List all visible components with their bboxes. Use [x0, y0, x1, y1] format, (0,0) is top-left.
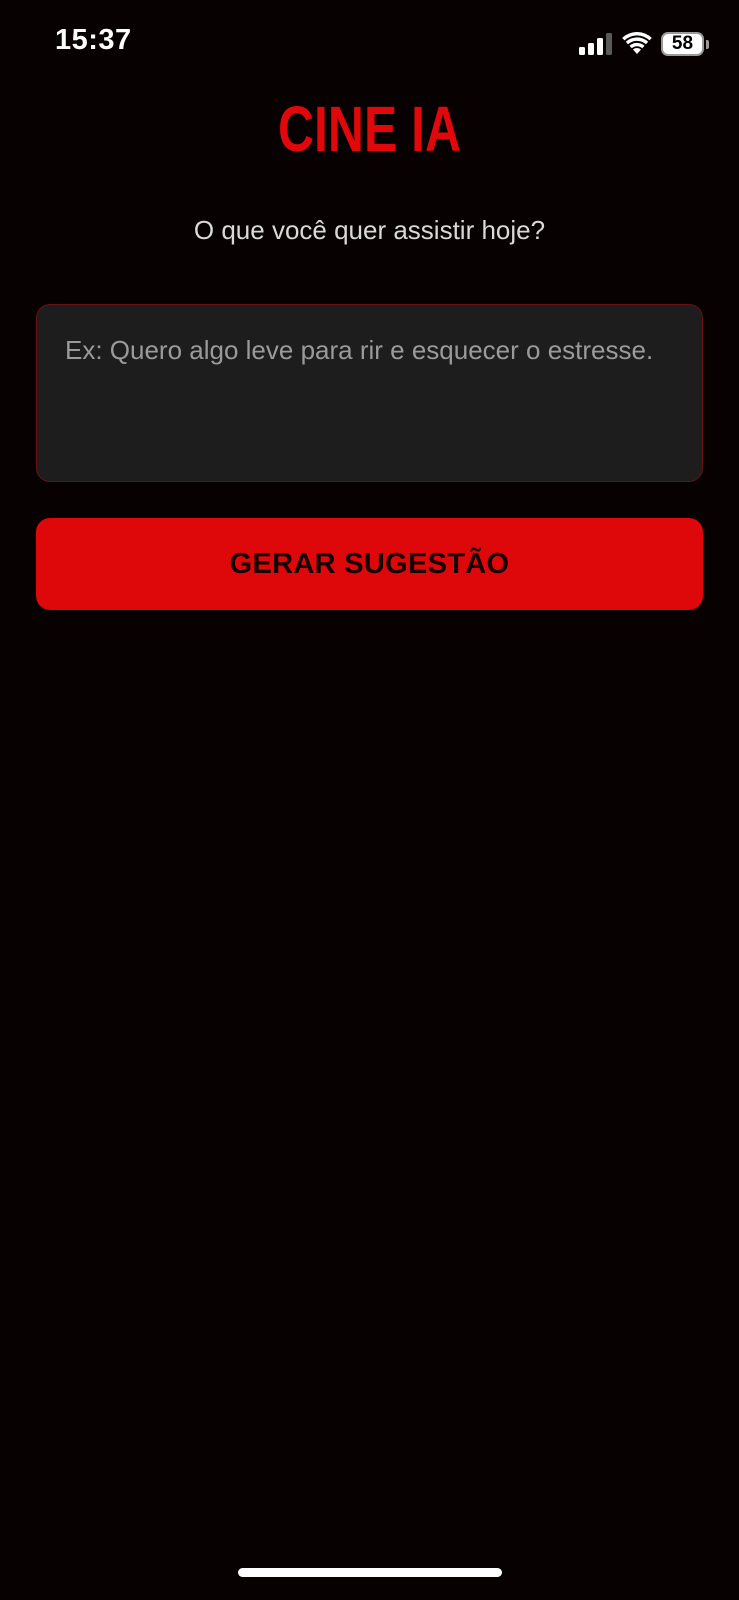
wifi-icon	[622, 32, 652, 54]
prompt-input[interactable]	[36, 304, 703, 482]
signal-icon	[579, 33, 612, 55]
app-title: CINE IA	[277, 93, 462, 165]
page-subtitle: O que você quer assistir hoje?	[193, 215, 546, 245]
home-indicator[interactable]	[238, 1568, 502, 1577]
status-icons: 58	[579, 30, 709, 58]
generate-suggestion-button[interactable]: GERAR SUGESTÃO	[36, 518, 703, 610]
battery-level: 58	[661, 32, 704, 56]
battery-cap	[706, 39, 709, 49]
battery-icon: 58	[661, 32, 709, 56]
status-time: 15:37	[55, 24, 132, 56]
